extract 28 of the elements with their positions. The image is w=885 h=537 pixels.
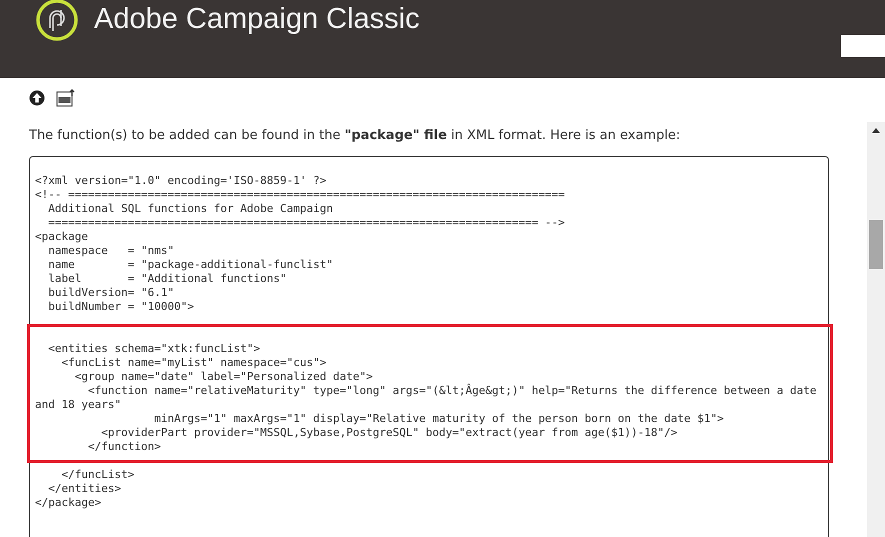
- scroll-up-icon[interactable]: [872, 128, 880, 133]
- code-line: <package: [35, 230, 89, 244]
- scroll-thumb[interactable]: [869, 220, 884, 269]
- code-line: minArgs="1" maxArgs="1" display="Relative maturity of the person born on the date $1">: [153, 412, 725, 426]
- code-line: buildNumber = "10000">: [47, 300, 195, 314]
- app-title: Adobe Campaign Classic: [94, 3, 420, 36]
- code-line: </function>: [86, 440, 162, 454]
- code-line: <function name="relativeMaturity" type="long" args="(&lt;Âge&gt;)" help="Returns the difference between a date: [86, 384, 818, 398]
- code-line: namespace = "nms": [47, 244, 176, 258]
- code-line: <entities schema="xtk:funcList">: [47, 342, 262, 356]
- pdf-icon[interactable]: [56, 89, 76, 107]
- code-line: </funcList>: [60, 468, 136, 482]
- code-line: and 18 years": [35, 398, 122, 412]
- code-line: <?xml version="1.0" encoding='ISO-8859-1' ?>: [35, 174, 328, 188]
- code-line: <group name="date" label="Personalized date">: [74, 370, 374, 384]
- code-line: <funcList name="myList" namespace="cus">: [60, 356, 328, 370]
- search-field[interactable]: [841, 35, 885, 57]
- scrollbar[interactable]: [867, 122, 885, 537]
- intro-paragraph: The function(s) to be added can be found in the "package" file in XML format. Here is an example:: [29, 128, 682, 143]
- code-line: Additional SQL functions for Adobe Campaign: [47, 202, 334, 216]
- code-line: name = "package-additional-funclist": [47, 258, 334, 272]
- code-line: label = "Additional functions": [47, 272, 288, 286]
- code-line: <providerPart provider="MSSQL,Sybase,PostgreSQL" body="extract(year from age($1))-18"/>: [100, 426, 678, 440]
- code-line: </package>: [35, 496, 102, 510]
- code-line: <!-- ===========================================================================: [35, 188, 566, 202]
- code-line: ========================================================================== -->: [47, 216, 566, 230]
- code-line: buildVersion= "6.1": [47, 286, 176, 300]
- code-line: </entities>: [47, 482, 122, 496]
